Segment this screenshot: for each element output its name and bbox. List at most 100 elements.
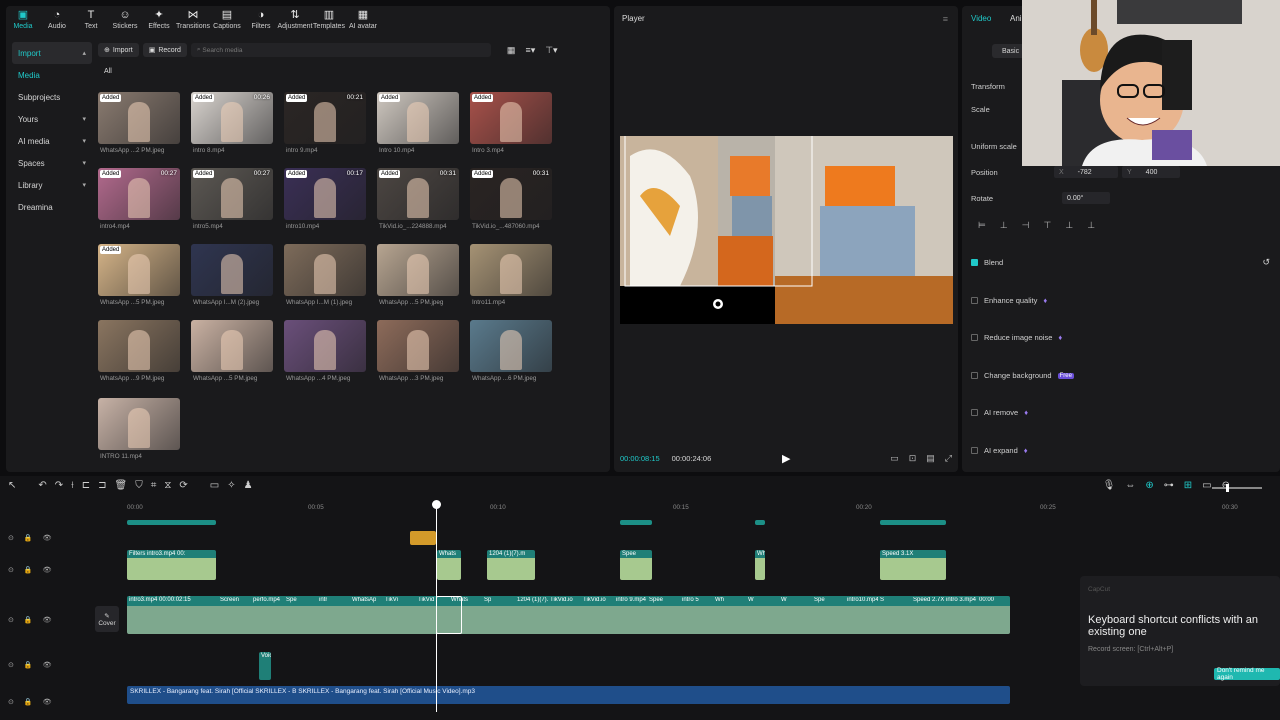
overlay-clip[interactable]: Speed 3.1X (880, 550, 946, 580)
toolbar-avatar[interactable]: ▦ AI avatar (346, 6, 380, 34)
media-thumbnail[interactable]: Added 00:27 (191, 168, 273, 220)
search-input[interactable]: ⌕ Search media (190, 43, 491, 57)
zoom-slider-knob[interactable] (1226, 484, 1229, 492)
sidebar-item-subprojects[interactable]: Subprojects (12, 86, 92, 108)
overlay-clip[interactable]: Whats (437, 550, 461, 580)
playhead[interactable] (436, 502, 437, 712)
reset-icon[interactable]: ↺ (1262, 257, 1270, 268)
position-x-field[interactable]: X -782 (1054, 166, 1118, 178)
mirror-icon[interactable]: ⧖ (164, 480, 171, 496)
media-thumbnail[interactable]: Added 00:26 (191, 92, 273, 144)
toolbar-text[interactable]: T Text (74, 6, 108, 34)
shield-icon[interactable]: ⛉ (135, 480, 143, 496)
toolbar-audio[interactable]: ◔ Audio (40, 6, 74, 34)
fullscreen-icon[interactable]: ⤢ (945, 453, 952, 464)
media-thumbnail[interactable]: Added (377, 92, 459, 144)
tab-animation[interactable]: Ani (1010, 14, 1022, 23)
noise-checkbox[interactable] (971, 334, 978, 341)
text-clip[interactable] (620, 520, 652, 525)
person-icon[interactable]: ♟ (244, 480, 253, 496)
select-icon[interactable]: ↖ (8, 480, 16, 496)
toolbar-adjustment[interactable]: ⇅ Adjustment (277, 6, 312, 34)
text-clip[interactable] (127, 520, 216, 525)
media-thumbnail[interactable] (98, 398, 180, 450)
delete-icon[interactable]: 🗑 (115, 480, 128, 496)
frame-icon[interactable]: ▭ (210, 480, 219, 496)
media-thumbnail[interactable]: Added 00:21 (284, 92, 366, 144)
track-icon[interactable]: ⊙ (8, 534, 14, 542)
ratio-icon[interactable]: ▭ (890, 453, 899, 464)
sort-icon[interactable]: ≡▾ (525, 45, 535, 56)
sidebar-item-yours[interactable]: Yours ▾ (12, 108, 92, 130)
track-icon[interactable]: ⊙ (8, 661, 14, 669)
eye-icon[interactable]: 👁 (43, 566, 52, 574)
preview-canvas[interactable] (620, 136, 953, 324)
media-thumbnail[interactable]: Added 00:27 (98, 168, 180, 220)
text-clip[interactable] (880, 520, 946, 525)
mic-icon[interactable]: 🎙 (1103, 480, 1116, 491)
marker-clip[interactable] (410, 531, 436, 545)
crop-icon[interactable]: ⌗ (151, 480, 157, 496)
noise-option[interactable]: Reduce image noise ♦ (971, 333, 1062, 342)
player-menu-icon[interactable]: ≡ (943, 14, 948, 24)
media-thumbnail[interactable]: Added (98, 244, 180, 296)
media-thumbnail[interactable]: Added 00:31 (470, 168, 552, 220)
grid-view-icon[interactable]: ▦ (507, 45, 516, 56)
ai-expand-option[interactable]: AI expand ♦ (971, 446, 1028, 455)
magic-icon[interactable]: ✧ (227, 480, 235, 496)
media-thumbnail[interactable]: Added (470, 92, 552, 144)
tab-all[interactable]: All (104, 68, 112, 75)
sidebar-item-library[interactable]: Library ▾ (12, 174, 92, 196)
overlay-clip[interactable]: Spee (620, 550, 652, 580)
snapshot-icon[interactable]: ⊡ (909, 453, 917, 464)
playhead-handle[interactable] (432, 500, 441, 509)
toolbar-transitions[interactable]: ⋈ Transitions (176, 6, 210, 34)
caption-icon[interactable]: ▭ (1202, 480, 1211, 491)
sidebar-item-spaces[interactable]: Spaces ▾ (12, 152, 92, 174)
chain-icon[interactable]: ⊶ (1164, 480, 1174, 491)
toolbar-media[interactable]: ▣ Media (6, 6, 40, 34)
media-thumbnail[interactable] (377, 244, 459, 296)
selected-clip[interactable] (436, 596, 462, 634)
eye-icon[interactable]: 👁 (43, 661, 52, 669)
voice-clip[interactable]: Voic (259, 652, 271, 680)
eye-icon[interactable]: 👁 (43, 698, 52, 706)
rotate-icon[interactable]: ⟳ (179, 480, 187, 496)
toolbar-filters[interactable]: ◑ Filters (244, 6, 278, 34)
toolbar-captions[interactable]: ▤ Captions (210, 6, 244, 34)
split-icon[interactable]: ⟊ (71, 480, 74, 496)
eye-icon[interactable]: 👁 (43, 616, 52, 624)
track-icon[interactable]: ⊙ (8, 616, 14, 624)
text-clip[interactable] (755, 520, 765, 525)
media-thumbnail[interactable]: Added 00:31 (377, 168, 459, 220)
media-thumbnail[interactable] (191, 244, 273, 296)
enhance-checkbox[interactable] (971, 297, 978, 304)
filter-icon[interactable]: ⊤▾ (545, 45, 557, 56)
media-thumbnail[interactable] (284, 320, 366, 372)
ai-expand-checkbox[interactable] (971, 447, 978, 454)
rotate-field[interactable]: 0.00° (1062, 192, 1110, 204)
position-y-field[interactable]: Y 400 (1122, 166, 1180, 178)
lock-icon[interactable]: 🔒 (24, 698, 33, 706)
sidebar-item-ai-media[interactable]: AI media ▾ (12, 130, 92, 152)
quality-icon[interactable]: ▤ (926, 453, 935, 464)
toolbar-stickers[interactable]: ☺ Stickers (108, 6, 142, 34)
tab-video[interactable]: Video (971, 14, 991, 23)
sidebar-item-import[interactable]: Import ▴ (12, 42, 92, 64)
play-button[interactable]: ▶ (782, 452, 790, 465)
toolbar-templates[interactable]: ▥ Templates (312, 6, 346, 34)
magnet-icon[interactable]: ⊕ (1145, 480, 1153, 491)
split-right-icon[interactable]: ⊐ (98, 480, 106, 496)
media-thumbnail[interactable]: Added (98, 92, 180, 144)
undo-icon[interactable]: ↶ (38, 480, 46, 496)
media-thumbnail[interactable] (377, 320, 459, 372)
zoom-slider[interactable] (1212, 484, 1262, 492)
media-thumbnail[interactable] (98, 320, 180, 372)
lock-icon[interactable]: 🔒 (24, 661, 33, 669)
ai-remove-checkbox[interactable] (971, 409, 978, 416)
media-thumbnail[interactable] (470, 244, 552, 296)
link-icon[interactable]: ⇔ (1125, 480, 1135, 491)
lock-icon[interactable]: 🔒 (24, 616, 33, 624)
split-left-icon[interactable]: ⊏ (82, 480, 90, 496)
overlay-clip[interactable]: Filters intro3.mp4 00: (127, 550, 216, 580)
